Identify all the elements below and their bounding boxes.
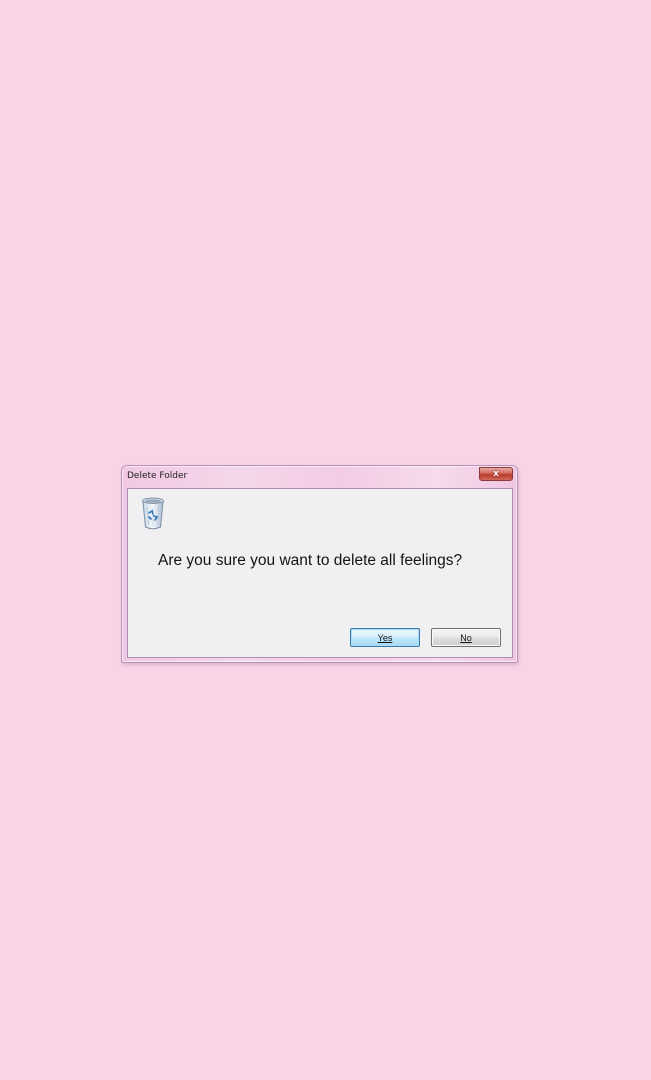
close-icon: x [493,468,499,479]
yes-button-label: Yes [377,632,393,643]
confirmation-message: Are you sure you want to delete all feel… [158,552,463,569]
dialog-title: Delete Folder [127,471,188,481]
yes-button[interactable]: Yes [350,628,420,647]
delete-folder-dialog: Delete Folder x Are you sure you want to… [121,465,518,663]
no-button-label: No [460,632,472,643]
dialog-titlebar[interactable]: Delete Folder x [122,466,517,488]
dialog-content: Are you sure you want to delete all feel… [127,488,513,658]
close-button[interactable]: x [479,467,513,481]
recycle-bin-icon [142,497,164,530]
no-button[interactable]: No [431,628,501,647]
